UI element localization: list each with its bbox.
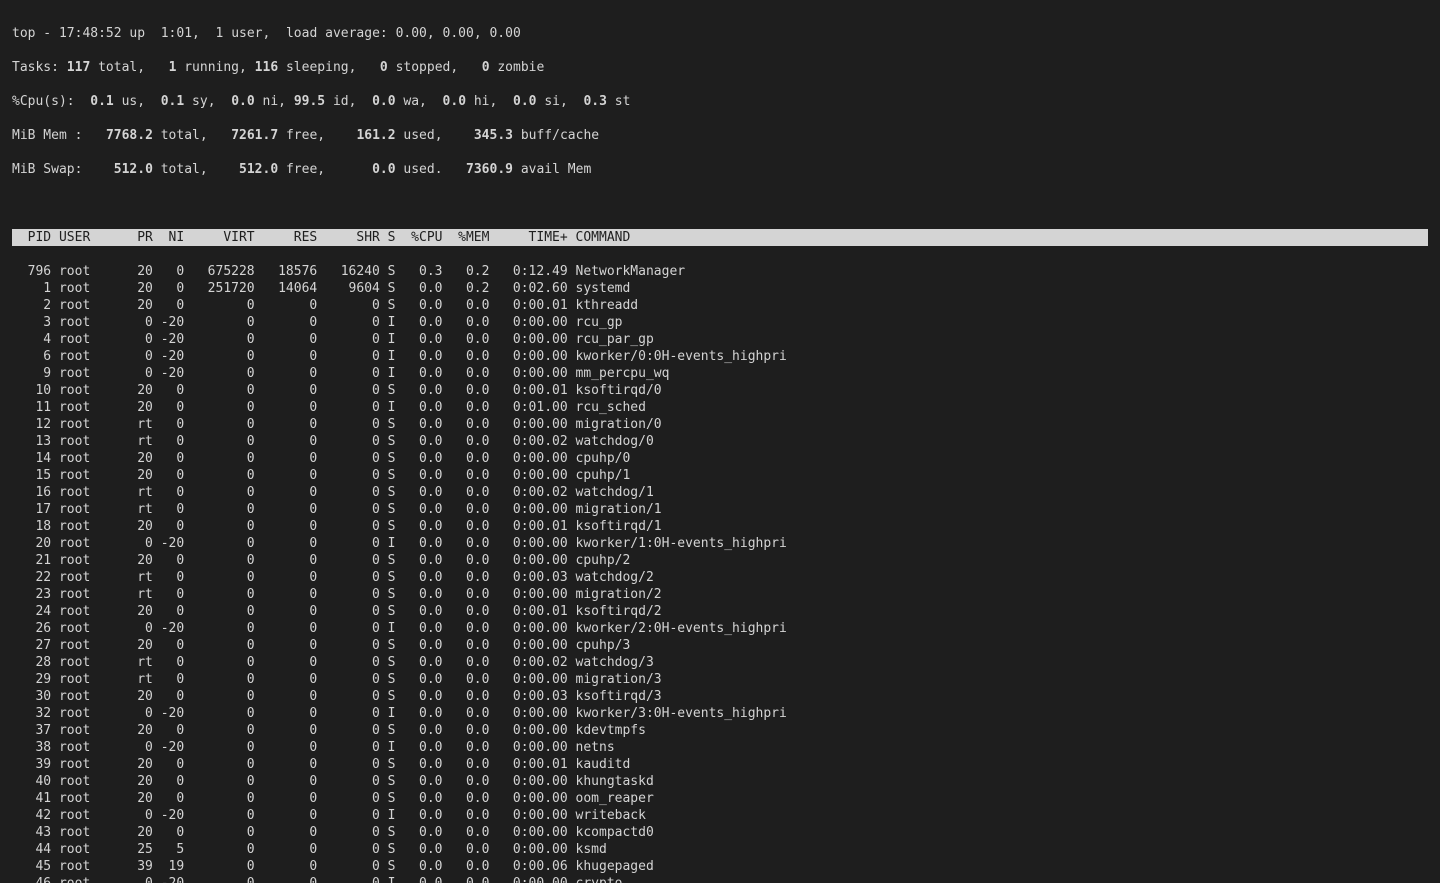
process-row[interactable]: 28 root rt 0 0 0 0 S 0.0 0.0 0:00.02 wat… [12, 654, 1428, 671]
process-row[interactable]: 11 root 20 0 0 0 0 I 0.0 0.0 0:01.00 rcu… [12, 399, 1428, 416]
process-row[interactable]: 3 root 0 -20 0 0 0 I 0.0 0.0 0:00.00 rcu… [12, 314, 1428, 331]
process-row[interactable]: 24 root 20 0 0 0 0 S 0.0 0.0 0:00.01 kso… [12, 603, 1428, 620]
process-row[interactable]: 44 root 25 5 0 0 0 S 0.0 0.0 0:00.00 ksm… [12, 841, 1428, 858]
process-row[interactable]: 42 root 0 -20 0 0 0 I 0.0 0.0 0:00.00 wr… [12, 807, 1428, 824]
process-row[interactable]: 14 root 20 0 0 0 0 S 0.0 0.0 0:00.00 cpu… [12, 450, 1428, 467]
summary-line-mem: MiB Mem : 7768.2 total, 7261.7 free, 161… [12, 127, 1428, 144]
process-row[interactable]: 2 root 20 0 0 0 0 S 0.0 0.0 0:00.01 kthr… [12, 297, 1428, 314]
process-row[interactable]: 40 root 20 0 0 0 0 S 0.0 0.0 0:00.00 khu… [12, 773, 1428, 790]
process-row[interactable]: 27 root 20 0 0 0 0 S 0.0 0.0 0:00.00 cpu… [12, 637, 1428, 654]
program: top [12, 26, 35, 41]
process-row[interactable]: 15 root 20 0 0 0 0 S 0.0 0.0 0:00.00 cpu… [12, 467, 1428, 484]
process-row[interactable]: 10 root 20 0 0 0 0 S 0.0 0.0 0:00.01 kso… [12, 382, 1428, 399]
process-row[interactable]: 9 root 0 -20 0 0 0 I 0.0 0.0 0:00.00 mm_… [12, 365, 1428, 382]
process-row[interactable]: 29 root rt 0 0 0 0 S 0.0 0.0 0:00.00 mig… [12, 671, 1428, 688]
process-row[interactable]: 39 root 20 0 0 0 0 S 0.0 0.0 0:00.01 kau… [12, 756, 1428, 773]
process-row[interactable]: 26 root 0 -20 0 0 0 I 0.0 0.0 0:00.00 kw… [12, 620, 1428, 637]
process-row[interactable]: 18 root 20 0 0 0 0 S 0.0 0.0 0:00.01 kso… [12, 518, 1428, 535]
process-row[interactable]: 32 root 0 -20 0 0 0 I 0.0 0.0 0:00.00 kw… [12, 705, 1428, 722]
process-row[interactable]: 43 root 20 0 0 0 0 S 0.0 0.0 0:00.00 kco… [12, 824, 1428, 841]
process-row[interactable]: 1 root 20 0 251720 14064 9604 S 0.0 0.2 … [12, 280, 1428, 297]
process-row[interactable]: 30 root 20 0 0 0 0 S 0.0 0.0 0:00.03 kso… [12, 688, 1428, 705]
process-row[interactable]: 13 root rt 0 0 0 0 S 0.0 0.0 0:00.02 wat… [12, 433, 1428, 450]
process-row[interactable]: 20 root 0 -20 0 0 0 I 0.0 0.0 0:00.00 kw… [12, 535, 1428, 552]
process-row[interactable]: 4 root 0 -20 0 0 0 I 0.0 0.0 0:00.00 rcu… [12, 331, 1428, 348]
summary-line-tasks: Tasks: 117 total, 1 running, 116 sleepin… [12, 59, 1428, 76]
terminal[interactable]: top - 17:48:52 up 1:01, 1 user, load ave… [0, 0, 1440, 883]
process-row[interactable]: 21 root 20 0 0 0 0 S 0.0 0.0 0:00.00 cpu… [12, 552, 1428, 569]
process-row[interactable]: 41 root 20 0 0 0 0 S 0.0 0.0 0:00.00 oom… [12, 790, 1428, 807]
summary-line-swap: MiB Swap: 512.0 total, 512.0 free, 0.0 u… [12, 161, 1428, 178]
process-list[interactable]: 796 root 20 0 675228 18576 16240 S 0.3 0… [12, 263, 1428, 883]
summary-line-1: top - 17:48:52 up 1:01, 1 user, load ave… [12, 25, 1428, 42]
process-row[interactable]: 16 root rt 0 0 0 0 S 0.0 0.0 0:00.02 wat… [12, 484, 1428, 501]
process-row[interactable]: 46 root 0 -20 0 0 0 I 0.0 0.0 0:00.00 cr… [12, 875, 1428, 883]
process-row[interactable]: 12 root rt 0 0 0 0 S 0.0 0.0 0:00.00 mig… [12, 416, 1428, 433]
process-row[interactable]: 37 root 20 0 0 0 0 S 0.0 0.0 0:00.00 kde… [12, 722, 1428, 739]
time: 17:48:52 [59, 26, 122, 41]
blank-line [12, 195, 1428, 212]
summary-line-cpu: %Cpu(s): 0.1 us, 0.1 sy, 0.0 ni, 99.5 id… [12, 93, 1428, 110]
process-row[interactable]: 796 root 20 0 675228 18576 16240 S 0.3 0… [12, 263, 1428, 280]
process-row[interactable]: 45 root 39 19 0 0 0 S 0.0 0.0 0:00.06 kh… [12, 858, 1428, 875]
process-row[interactable]: 17 root rt 0 0 0 0 S 0.0 0.0 0:00.00 mig… [12, 501, 1428, 518]
column-header[interactable]: PID USER PR NI VIRT RES SHR S %CPU %MEM … [12, 229, 1428, 246]
process-row[interactable]: 23 root rt 0 0 0 0 S 0.0 0.0 0:00.00 mig… [12, 586, 1428, 603]
process-row[interactable]: 38 root 0 -20 0 0 0 I 0.0 0.0 0:00.00 ne… [12, 739, 1428, 756]
process-row[interactable]: 22 root rt 0 0 0 0 S 0.0 0.0 0:00.03 wat… [12, 569, 1428, 586]
process-row[interactable]: 6 root 0 -20 0 0 0 I 0.0 0.0 0:00.00 kwo… [12, 348, 1428, 365]
